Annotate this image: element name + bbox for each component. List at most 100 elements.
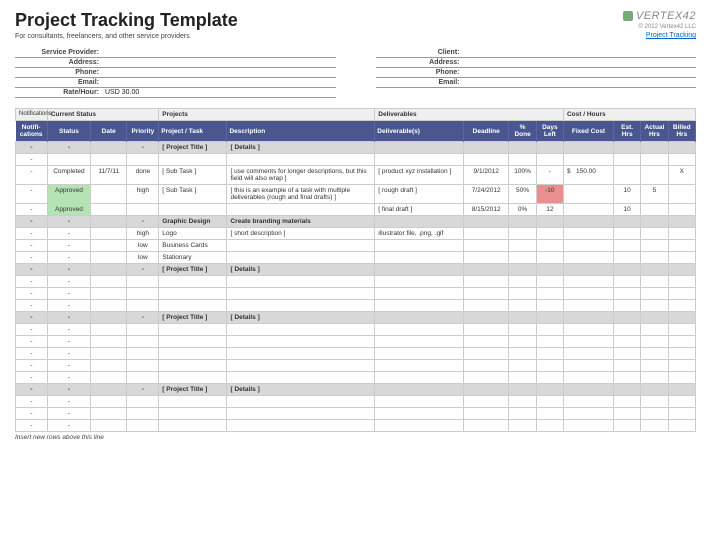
cell[interactable] xyxy=(463,240,508,252)
cell[interactable] xyxy=(563,324,613,336)
cell[interactable]: - xyxy=(47,276,90,288)
cell[interactable]: - xyxy=(16,360,48,372)
cell[interactable] xyxy=(668,396,695,408)
priority-cell[interactable]: low xyxy=(127,252,159,264)
est-cell[interactable]: 10 xyxy=(614,204,641,216)
cell[interactable] xyxy=(509,336,536,348)
cell[interactable] xyxy=(463,372,508,384)
cell[interactable] xyxy=(375,288,464,300)
cell[interactable]: - xyxy=(127,264,159,276)
cell[interactable] xyxy=(91,228,127,240)
cell[interactable] xyxy=(127,324,159,336)
cell[interactable]: - xyxy=(47,312,90,324)
cell[interactable] xyxy=(91,264,127,276)
project-title-cell[interactable]: [ Project Title ] xyxy=(159,312,227,324)
project-details-cell[interactable]: [ Details ] xyxy=(227,312,375,324)
cell[interactable] xyxy=(127,372,159,384)
cell[interactable] xyxy=(614,216,641,228)
cell[interactable] xyxy=(641,312,668,324)
cell[interactable]: - xyxy=(16,372,48,384)
cell[interactable] xyxy=(563,384,613,396)
cell[interactable] xyxy=(614,372,641,384)
cell[interactable]: - xyxy=(16,300,48,312)
cell[interactable] xyxy=(641,166,668,185)
cell[interactable] xyxy=(159,288,227,300)
cell[interactable] xyxy=(641,372,668,384)
task-cell[interactable]: [ Sub Task ] xyxy=(159,166,227,185)
cell[interactable] xyxy=(91,312,127,324)
cell[interactable] xyxy=(509,348,536,360)
priority-cell[interactable]: high xyxy=(127,228,159,240)
cell[interactable]: - xyxy=(16,228,48,240)
cell[interactable] xyxy=(668,276,695,288)
cell[interactable] xyxy=(127,300,159,312)
cell[interactable] xyxy=(127,288,159,300)
cell[interactable] xyxy=(227,288,375,300)
cell[interactable] xyxy=(614,348,641,360)
cell[interactable] xyxy=(159,420,227,432)
cell[interactable] xyxy=(91,142,127,154)
cell[interactable] xyxy=(159,204,227,216)
cell[interactable] xyxy=(509,240,536,252)
cell[interactable] xyxy=(463,228,508,240)
cell[interactable] xyxy=(668,142,695,154)
cell[interactable] xyxy=(91,396,127,408)
cell[interactable] xyxy=(375,240,464,252)
status-cell[interactable]: Approved xyxy=(47,185,90,204)
cell[interactable] xyxy=(159,154,227,166)
cell[interactable] xyxy=(375,312,464,324)
cell[interactable] xyxy=(375,324,464,336)
cell[interactable] xyxy=(227,396,375,408)
cell[interactable] xyxy=(536,228,563,240)
task-cell[interactable]: Business Cards xyxy=(159,240,227,252)
cell[interactable] xyxy=(641,142,668,154)
project-title-cell[interactable]: Graphic Design xyxy=(159,216,227,228)
cell[interactable] xyxy=(536,288,563,300)
cell[interactable] xyxy=(159,348,227,360)
done-cell[interactable]: 0% xyxy=(509,204,536,216)
cell[interactable] xyxy=(127,360,159,372)
cell[interactable]: - xyxy=(16,324,48,336)
cell[interactable] xyxy=(127,420,159,432)
cell[interactable] xyxy=(668,216,695,228)
cell[interactable] xyxy=(227,240,375,252)
cell[interactable] xyxy=(227,420,375,432)
cell[interactable] xyxy=(536,420,563,432)
cell[interactable]: - xyxy=(47,240,90,252)
cell[interactable]: - xyxy=(16,154,48,166)
cell[interactable]: - xyxy=(47,300,90,312)
days-cell[interactable]: - xyxy=(536,166,563,185)
cell[interactable] xyxy=(536,348,563,360)
cell[interactable] xyxy=(614,288,641,300)
cell[interactable] xyxy=(536,312,563,324)
cell[interactable]: - xyxy=(127,142,159,154)
cell[interactable] xyxy=(463,336,508,348)
cost-cell[interactable]: $ 150.00 xyxy=(563,166,613,185)
cell[interactable] xyxy=(641,276,668,288)
cell[interactable] xyxy=(227,372,375,384)
cell[interactable]: - xyxy=(47,324,90,336)
cell[interactable] xyxy=(536,360,563,372)
desc-cell[interactable]: [ short description ] xyxy=(227,228,375,240)
cell[interactable] xyxy=(668,324,695,336)
cell[interactable]: - xyxy=(127,216,159,228)
cell[interactable] xyxy=(641,348,668,360)
cell[interactable] xyxy=(641,336,668,348)
cell[interactable] xyxy=(375,264,464,276)
cell[interactable] xyxy=(563,216,613,228)
cell[interactable] xyxy=(668,264,695,276)
cell[interactable] xyxy=(227,360,375,372)
cell[interactable] xyxy=(563,348,613,360)
project-title-cell[interactable]: [ Project Title ] xyxy=(159,264,227,276)
cell[interactable] xyxy=(127,154,159,166)
cell[interactable] xyxy=(641,288,668,300)
cell[interactable] xyxy=(614,312,641,324)
cell[interactable] xyxy=(463,348,508,360)
cell[interactable] xyxy=(641,408,668,420)
rate-value[interactable]: USD 30.00 xyxy=(105,89,336,96)
cell[interactable] xyxy=(668,185,695,204)
cell[interactable] xyxy=(463,252,508,264)
cell[interactable] xyxy=(563,276,613,288)
cell[interactable] xyxy=(159,324,227,336)
cell[interactable]: - xyxy=(16,252,48,264)
